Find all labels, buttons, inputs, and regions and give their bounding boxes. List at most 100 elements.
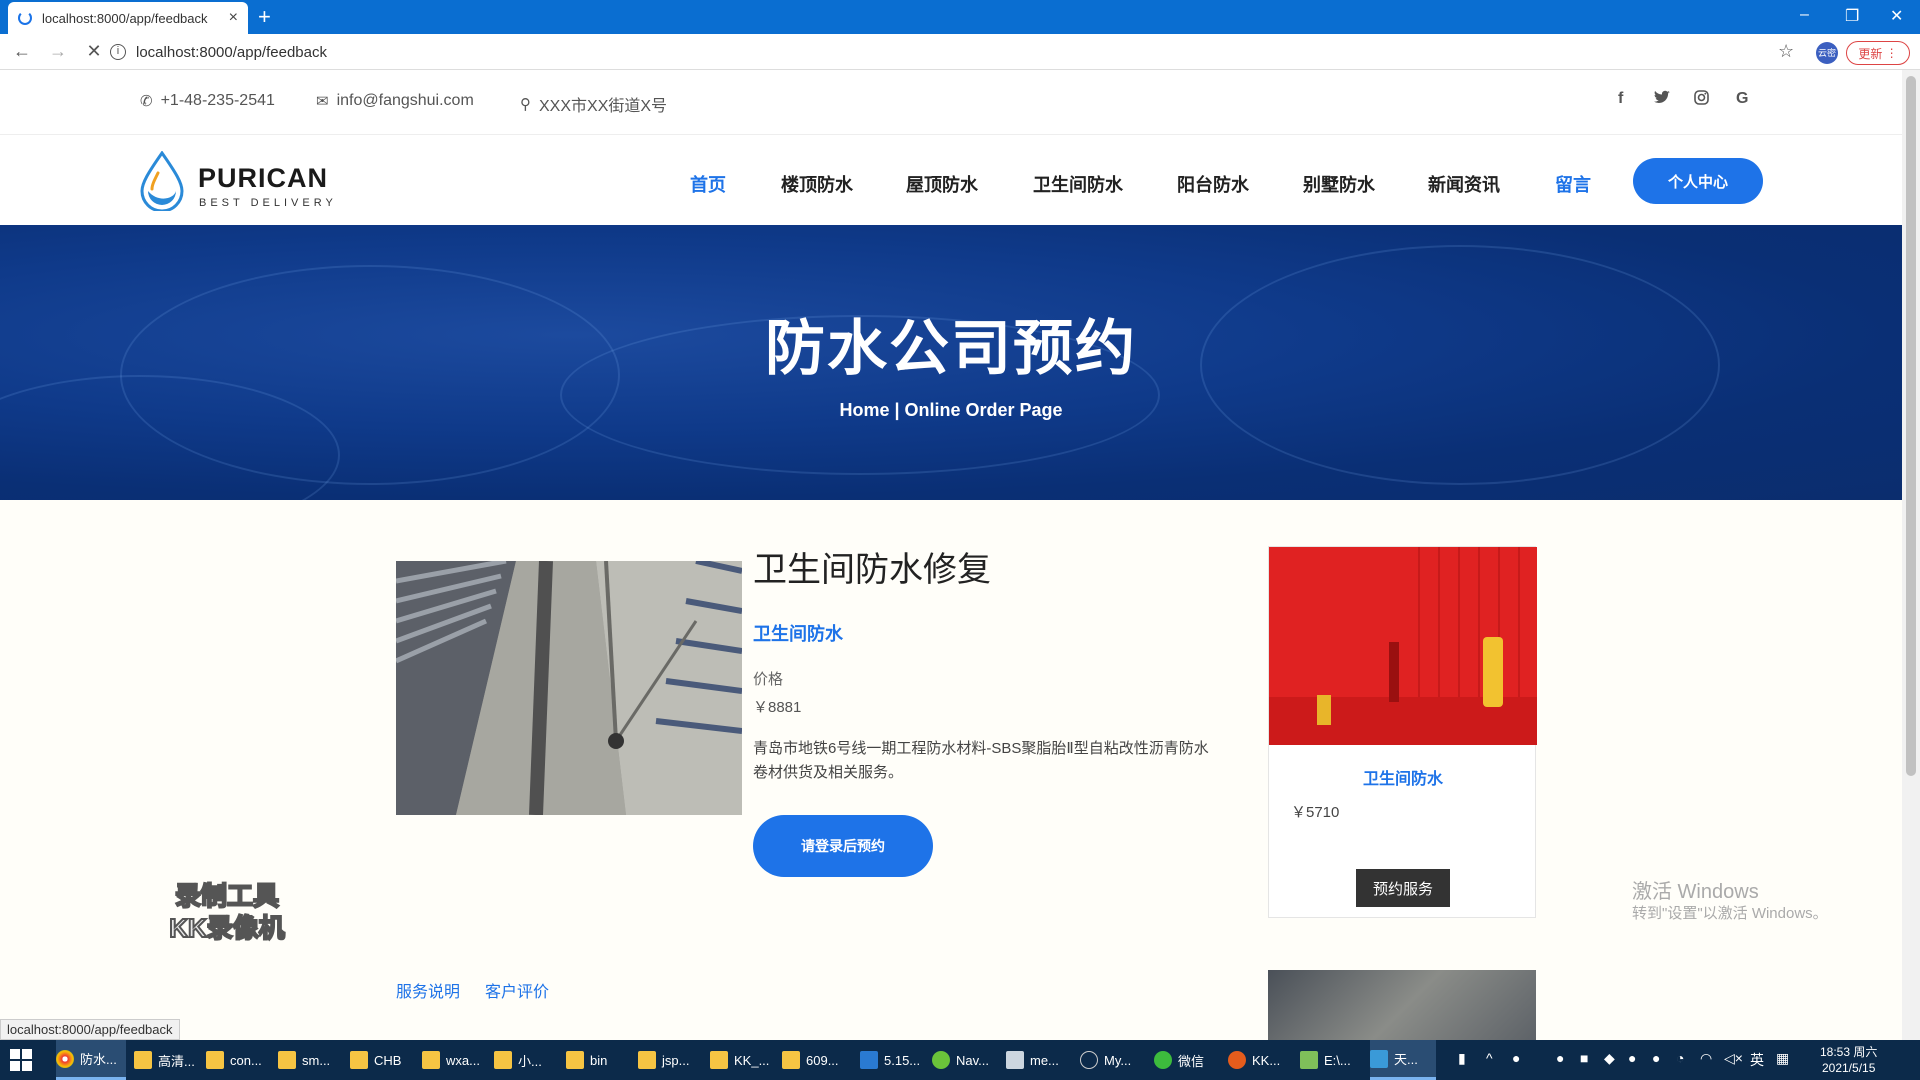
taskbar-label: Nav... [956, 1052, 989, 1068]
address-bar[interactable]: i localhost:8000/app/feedback [110, 39, 1790, 65]
restore-button[interactable]: ❐ [1845, 6, 1859, 26]
ime-indicator[interactable]: 英 [1750, 1050, 1764, 1070]
tab-title: localhost:8000/app/feedback [42, 10, 208, 26]
scrollbar-thumb[interactable] [1906, 76, 1916, 776]
site-info-icon[interactable]: i [110, 44, 126, 60]
instagram-icon[interactable] [1694, 90, 1709, 110]
related-product-category[interactable]: 卫生间防水 [1269, 765, 1537, 789]
taskbar-item-wechat[interactable]: 微信 [1154, 1040, 1204, 1080]
chrome-icon [56, 1049, 74, 1068]
taskbar-label: KK_... [734, 1052, 770, 1068]
nav-news[interactable]: 新闻资讯 [1428, 171, 1500, 197]
product-description: 青岛市地铁6号线一期工程防水材料-SBS聚脂胎Ⅱ型自粘改性沥青防水卷材供货及相关… [753, 740, 1209, 781]
nav-home[interactable]: 首页 [690, 171, 726, 197]
taskbar-label: 高清... [158, 1053, 195, 1069]
taskbar-item-folder[interactable]: jsp... [638, 1040, 689, 1080]
wechat-tray-icon[interactable]: ● [1652, 1050, 1660, 1066]
loading-spinner-icon [18, 11, 32, 25]
user-center-button[interactable]: 个人中心 [1633, 158, 1763, 204]
taskbar-item-app[interactable]: me... [1006, 1040, 1059, 1080]
stop-loading-icon[interactable]: ✕ [80, 41, 108, 62]
taskbar-item-app[interactable]: My... [1080, 1040, 1131, 1080]
tab-close-icon[interactable]: × [229, 9, 238, 27]
folder-icon [566, 1051, 584, 1069]
taskbar-item-folder[interactable]: KK_... [710, 1040, 769, 1080]
taskbar-item-folder[interactable]: con... [206, 1040, 262, 1080]
extension-avatar-icon[interactable]: 云密 [1816, 42, 1838, 64]
wifi-icon[interactable]: ◠ [1700, 1050, 1712, 1067]
back-arrow-icon[interactable]: ← [8, 41, 36, 62]
keyboard-icon[interactable]: ▦ [1776, 1050, 1789, 1067]
tray-app-icon[interactable]: ● [1628, 1050, 1636, 1066]
new-tab-button[interactable]: + [258, 4, 271, 30]
navicat-icon [932, 1051, 950, 1069]
notepad-icon [1300, 1051, 1318, 1069]
related-product-card: 卫生间防水 ￥5710 预约服务 [1268, 546, 1537, 918]
tray-app-icon[interactable]: ● [1556, 1050, 1564, 1066]
update-button[interactable]: 更新 ⋮ [1846, 41, 1910, 65]
address-bar-url: localhost:8000/app/feedback [136, 43, 327, 61]
nav-roof-waterproof[interactable]: 屋顶防水 [906, 171, 978, 197]
taskbar-item-folder[interactable]: sm... [278, 1040, 330, 1080]
taskbar-item-recorder[interactable]: KK... [1228, 1040, 1280, 1080]
nav-message[interactable]: 留言 [1555, 171, 1591, 197]
logo-drop-icon[interactable] [138, 151, 186, 211]
price-value: ￥8881 [753, 699, 802, 716]
close-window-button[interactable]: ✕ [1890, 6, 1903, 26]
tray-app-icon[interactable]: ◆ [1604, 1050, 1615, 1067]
taskbar-item-vscode[interactable]: 5.15... [860, 1040, 920, 1080]
battery-icon[interactable]: ▮ [1458, 1050, 1466, 1067]
taskbar-item-navicat[interactable]: Nav... [932, 1040, 989, 1080]
taskbar-label: wxa... [446, 1052, 480, 1068]
product-detail-section: 卫生间防水修复 卫生间防水 价格 ￥8881 青岛市地铁6号线一期工程防水材料-… [0, 500, 1902, 1040]
tray-app-icon[interactable]: ■ [1580, 1050, 1588, 1066]
chevron-up-icon[interactable]: ^ [1486, 1050, 1493, 1066]
taskbar-label: 微信 [1178, 1053, 1205, 1069]
minimize-button[interactable]: – [1800, 6, 1809, 24]
related-product-image[interactable] [1268, 970, 1536, 1040]
main-navbar: PURICAN BEST DELIVERY 首页 楼顶防水 屋顶防水 卫生间防水… [0, 135, 1902, 225]
taskbar-item-folder[interactable]: CHB [350, 1040, 401, 1080]
tray-app-icon[interactable]: ● [1512, 1050, 1520, 1066]
nav-balcony-waterproof[interactable]: 阳台防水 [1177, 171, 1249, 197]
taskbar-item-tool[interactable]: 天... [1370, 1040, 1436, 1080]
brand-name[interactable]: PURICAN [198, 163, 328, 194]
facebook-icon[interactable]: f [1618, 90, 1623, 108]
system-clock[interactable]: 18:53 周六 2021/5/15 [1820, 1044, 1877, 1076]
related-product-image[interactable] [1269, 547, 1537, 745]
folder-icon [206, 1051, 224, 1069]
product-category-link[interactable]: 卫生间防水 [753, 620, 843, 646]
twitter-icon[interactable] [1654, 90, 1670, 109]
login-to-book-button[interactable]: 请登录后预约 [753, 815, 933, 877]
taskbar-item-chrome[interactable]: 防水... [56, 1040, 126, 1080]
taskbar-label: bin [590, 1052, 608, 1068]
forward-arrow-icon[interactable]: → [44, 41, 72, 62]
editor-icon [860, 1051, 878, 1069]
phone-contact: ✆ +1-48-235-2541 [140, 92, 275, 110]
taskbar-item-folder[interactable]: 小... [494, 1040, 542, 1080]
nav-building-waterproof[interactable]: 楼顶防水 [781, 171, 853, 197]
taskbar-label: 防水... [80, 1052, 117, 1067]
taskbar-label: CHB [374, 1052, 402, 1068]
taskbar-item-folder[interactable]: 高清... [134, 1040, 195, 1080]
taskbar-item-folder[interactable]: wxa... [422, 1040, 480, 1080]
wechat-icon [1154, 1051, 1172, 1069]
activate-windows-subtitle: 转到"设置"以激活 Windows。 [1632, 905, 1828, 922]
page-title: 防水公司预约 [765, 315, 1137, 382]
browser-tab[interactable]: localhost:8000/app/feedback × [8, 2, 248, 34]
network-icon[interactable]: ◔ [1676, 1050, 1684, 1066]
google-icon[interactable]: G [1736, 90, 1748, 108]
breadcrumb[interactable]: Home | Online Order Page [0, 400, 1902, 421]
taskbar-item-folder[interactable]: 609... [782, 1040, 839, 1080]
taskbar-item-folder[interactable]: bin [566, 1040, 607, 1080]
volume-muted-icon[interactable]: ◁× [1724, 1050, 1743, 1067]
taskbar-item-notepad[interactable]: E:\... [1300, 1040, 1351, 1080]
tab-service-description[interactable]: 服务说明 [396, 978, 460, 1002]
tab-customer-reviews[interactable]: 客户评价 [485, 978, 549, 1002]
bookmark-star-icon[interactable]: ☆ [1778, 41, 1794, 62]
recorder-watermark: 录制工具 KK录像机 [162, 880, 292, 944]
windows-start-icon[interactable] [10, 1049, 32, 1071]
nav-bathroom-waterproof[interactable]: 卫生间防水 [1033, 171, 1123, 197]
book-service-button[interactable]: 预约服务 [1356, 869, 1450, 907]
nav-villa-waterproof[interactable]: 别墅防水 [1303, 171, 1375, 197]
